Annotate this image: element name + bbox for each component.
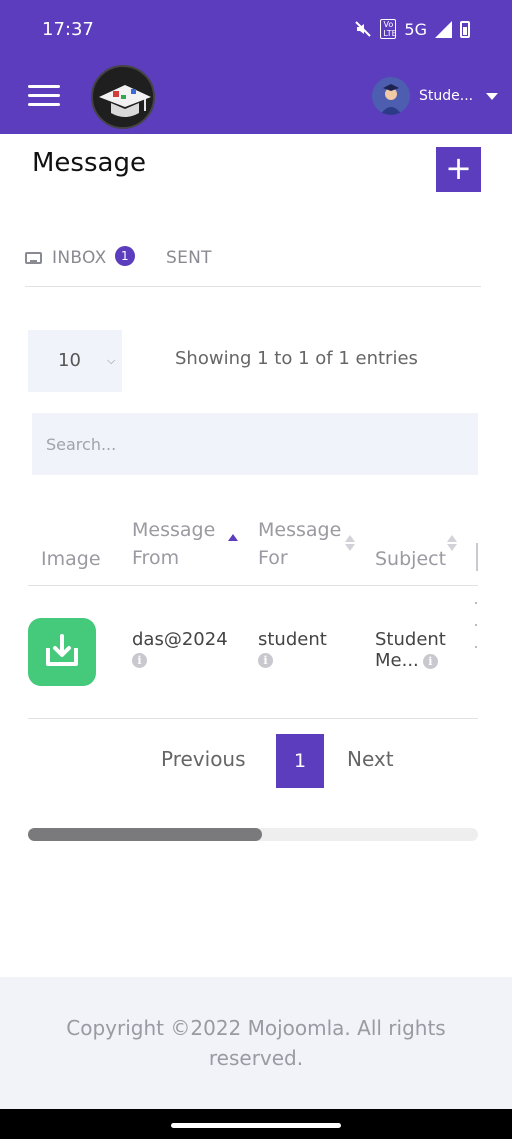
home-gesture-bar[interactable] [171, 1123, 341, 1128]
app-bar: Stude... [0, 60, 512, 134]
cell-subject: Student Me... i [375, 629, 446, 671]
info-icon[interactable]: i [422, 654, 438, 669]
page-length-select[interactable]: 10 ⌵ [28, 330, 122, 392]
column-header-image: Image [41, 548, 101, 570]
tab-inbox-label: INBOX [52, 248, 107, 268]
sort-icon[interactable] [447, 535, 457, 553]
cell-message-for: student [258, 629, 327, 650]
battery-icon [460, 20, 470, 38]
status-bar: 17:37 Vo LTE 5G [0, 0, 512, 60]
status-time: 17:37 [42, 19, 94, 40]
pagination-page-current[interactable]: 1 [276, 734, 324, 788]
messages-table: Image Message From Message For Subject d… [28, 505, 478, 719]
footer: Copyright ©2022 Mojoomla. All rights res… [0, 977, 512, 1109]
user-profile-menu[interactable]: Stude... [372, 77, 498, 115]
page-title: Message [32, 148, 146, 178]
next-column-edge [476, 543, 478, 571]
add-message-button[interactable]: + [436, 147, 481, 192]
table-info: Showing 1 to 1 of 1 entries [175, 348, 418, 369]
column-header-for-line2: For [258, 547, 288, 569]
tab-sent[interactable]: SENT [166, 248, 212, 268]
inbox-count-badge: 1 [115, 246, 135, 266]
hamburger-menu-icon[interactable] [28, 85, 60, 109]
inbox-download-icon[interactable] [28, 618, 96, 686]
network-type: 5G [404, 19, 427, 39]
scrollbar-thumb[interactable] [28, 828, 262, 841]
pagination-next[interactable]: Next [347, 747, 394, 771]
column-header-message-from[interactable]: Message From [132, 516, 215, 572]
user-name: Stude... [419, 88, 473, 104]
chevron-down-icon [486, 92, 498, 100]
sort-icon[interactable] [345, 535, 355, 553]
search-input[interactable] [32, 413, 478, 475]
message-tabs: INBOX 1 SENT [25, 240, 481, 287]
info-icon[interactable]: i [132, 653, 147, 668]
column-header-message-for[interactable]: Message For [258, 516, 341, 572]
copyright-text: Copyright ©2022 Mojoomla. All rights res… [66, 1016, 446, 1070]
next-column-edge [475, 602, 478, 682]
system-nav-bar [0, 1109, 512, 1139]
column-header-from-line1: Message [132, 519, 216, 541]
mute-icon [355, 21, 372, 37]
signal-icon [435, 20, 452, 38]
student-avatar-icon [372, 77, 410, 115]
tab-inbox[interactable]: INBOX 1 [25, 246, 135, 268]
pagination-previous[interactable]: Previous [161, 747, 246, 771]
chevron-down-icon: ⌵ [107, 354, 116, 367]
sort-ascending-icon[interactable] [228, 534, 238, 541]
avatar [372, 77, 410, 115]
table-header: Image Message From Message For Subject [28, 505, 478, 586]
volte-icon: Vo LTE [380, 19, 397, 39]
inbox-icon [25, 252, 42, 264]
status-icons: Vo LTE 5G [354, 19, 470, 39]
column-header-subject[interactable]: Subject [375, 545, 446, 573]
column-header-for-line1: Message [258, 519, 342, 541]
graduation-cap-icon [95, 69, 153, 127]
cell-subject-line1: Student [375, 629, 446, 650]
info-icon[interactable]: i [258, 653, 273, 668]
horizontal-scrollbar[interactable] [28, 828, 478, 841]
cell-message-from: das@2024 [132, 629, 228, 650]
column-header-from-line2: From [132, 547, 180, 569]
page-length-value: 10 [58, 350, 81, 371]
school-logo[interactable] [91, 65, 155, 129]
cell-subject-line2: Me... [375, 650, 419, 671]
